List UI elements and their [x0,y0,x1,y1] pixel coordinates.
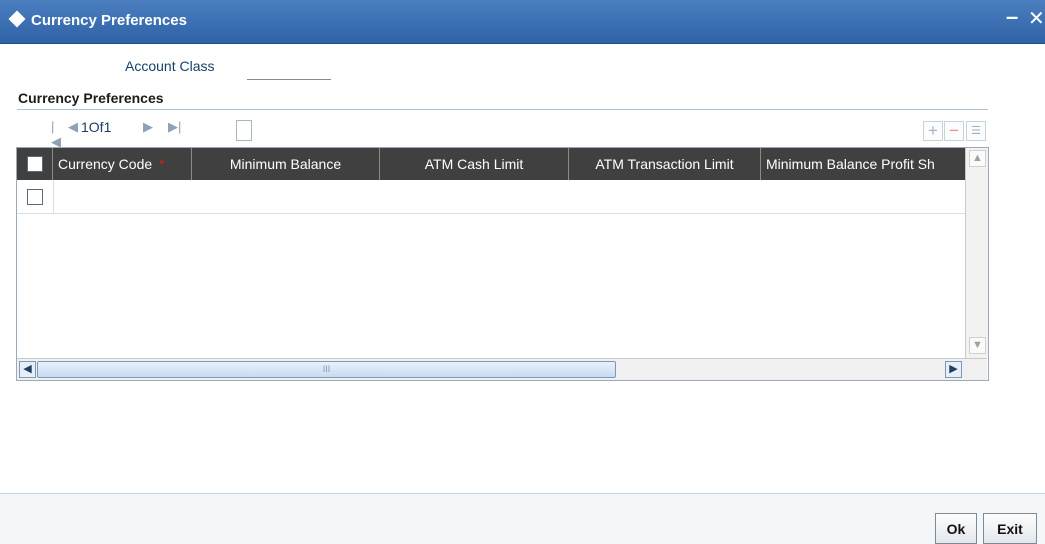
column-header-min-balance-profit-sharing[interactable]: Minimum Balance Profit Sh [761,148,965,180]
select-all-cell [17,148,53,180]
currency-preferences-grid: Currency Code * Minimum Balance ATM Cash… [16,147,989,381]
required-marker: * [159,156,165,172]
footer-bar: Ok Exit [0,494,1045,544]
scroll-up-icon[interactable]: ▲ [969,150,986,167]
app-diamond-icon [8,10,26,28]
plus-icon[interactable]: + [923,121,943,141]
next-page-icon[interactable]: ▶ [143,119,153,135]
exit-button[interactable]: Exit [983,513,1037,544]
horizontal-scroll-thumb[interactable]: III [37,361,616,378]
first-page-icon[interactable]: |◀ [51,119,61,150]
list-icon[interactable]: ☰ [966,121,986,141]
window-titlebar: Currency Preferences – ✕ [0,0,1045,44]
page-indicator: 1Of1 [81,119,112,135]
scroll-right-icon[interactable]: ▶ [945,361,962,378]
column-label: Currency Code [58,156,153,172]
row-checkbox[interactable] [27,189,43,205]
last-page-icon[interactable]: ▶| [168,119,181,135]
column-header-atm-transaction-limit[interactable]: ATM Transaction Limit [569,148,761,180]
section-divider [17,109,988,110]
row-select-cell [17,181,54,213]
grid-header-row: Currency Code * Minimum Balance ATM Cash… [17,148,965,180]
window-title: Currency Preferences [31,12,187,29]
account-class-label: Account Class [125,58,215,74]
column-header-minimum-balance[interactable]: Minimum Balance [192,148,380,180]
prev-page-icon[interactable]: ◀ [68,119,78,135]
select-all-checkbox[interactable] [27,156,43,172]
scroll-left-icon[interactable]: ◀ [19,361,36,378]
vertical-scrollbar[interactable]: ▲ ▼ [965,148,988,358]
account-class-input[interactable] [247,57,331,80]
column-header-atm-cash-limit[interactable]: ATM Cash Limit [380,148,569,180]
section-title: Currency Preferences [18,90,164,106]
minus-icon[interactable]: − [944,121,964,141]
horizontal-scrollbar[interactable]: ◀ III ▶ [17,358,987,380]
table-row[interactable] [17,181,965,214]
close-icon[interactable]: ✕ [1028,6,1045,31]
minimize-icon[interactable]: – [1006,4,1018,30]
column-header-currency-code[interactable]: Currency Code * [53,148,192,180]
page-number-input[interactable] [236,120,252,141]
ok-button[interactable]: Ok [935,513,977,544]
scroll-down-icon[interactable]: ▼ [969,337,986,354]
